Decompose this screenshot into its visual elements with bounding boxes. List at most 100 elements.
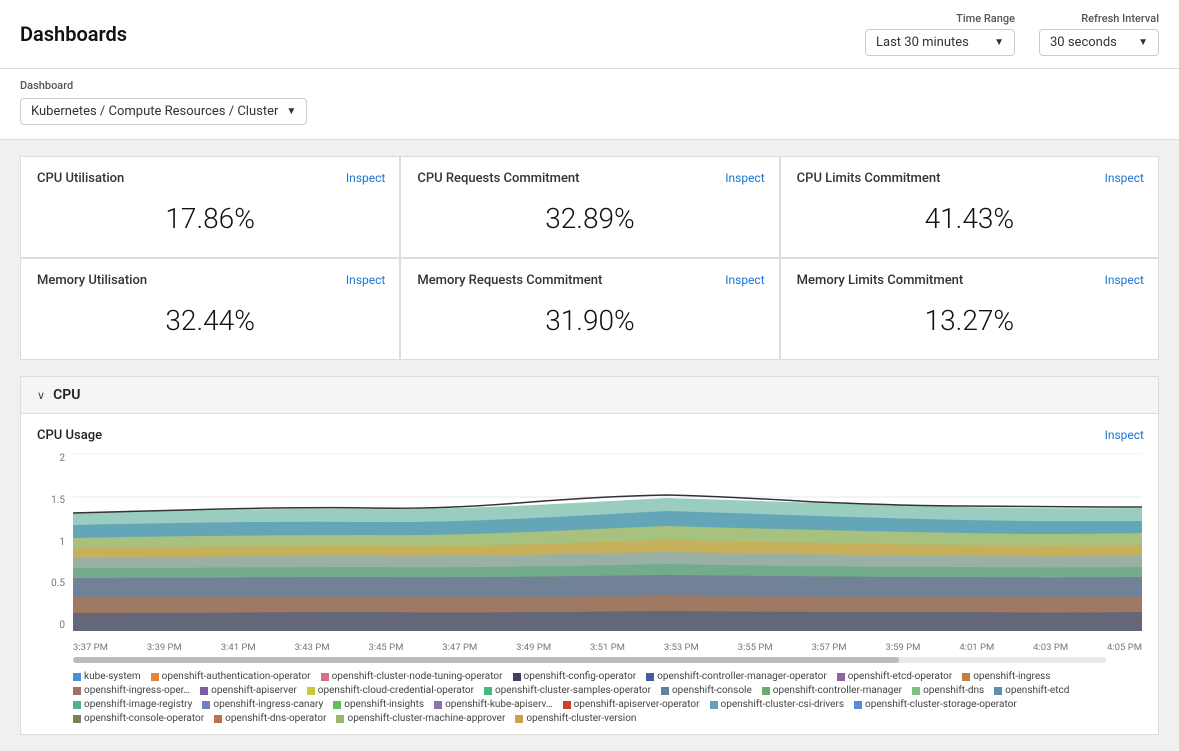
page-title: Dashboards (20, 22, 127, 46)
metric-card-mem-req: Memory Requests Commitment Inspect 31.90… (400, 258, 778, 359)
legend-item: openshift-cloud-credential-operator (307, 685, 474, 696)
metric-value: 31.90% (417, 304, 762, 337)
legend-item: openshift-controller-manager (762, 685, 902, 696)
legend-item: openshift-etcd-operator (837, 671, 953, 682)
metric-card-mem-limits: Memory Limits Commitment Inspect 13.27% (780, 258, 1158, 359)
time-range-select[interactable]: Last 30 minutes ▼ (865, 29, 1015, 56)
dashboard-select[interactable]: Kubernetes / Compute Resources / Cluster… (20, 98, 307, 125)
legend-color (336, 715, 344, 723)
legend-item: openshift-insights (333, 699, 424, 710)
legend-item: openshift-etcd (994, 685, 1069, 696)
inspect-link[interactable]: Inspect (346, 171, 385, 185)
cpu-section-header[interactable]: ∨ CPU (20, 376, 1159, 413)
metric-value: 32.44% (37, 304, 383, 337)
dashboard-label: Dashboard (20, 79, 1159, 92)
metric-title: CPU Limits Commitment (797, 171, 941, 186)
metric-card-cpu-req: CPU Requests Commitment Inspect 32.89% (400, 157, 778, 257)
scrollbar-thumb[interactable] (73, 657, 899, 663)
legend-color (710, 701, 718, 709)
legend-item: openshift-apiserver (200, 685, 297, 696)
chart-y-axis: 2 1.5 1 0.5 0 (37, 453, 69, 631)
legend-color (200, 687, 208, 695)
legend-item: openshift-apiserver-operator (563, 699, 700, 710)
metric-value: 41.43% (797, 202, 1142, 235)
legend-item: openshift-cluster-machine-approver (336, 713, 505, 724)
legend-item: openshift-ingress-oper… (73, 685, 190, 696)
inspect-link[interactable]: Inspect (1105, 273, 1144, 287)
cpu-section-title: CPU (53, 387, 80, 403)
inspect-link[interactable]: Inspect (346, 273, 385, 287)
legend-color (513, 673, 521, 681)
metric-title: Memory Limits Commitment (797, 273, 964, 288)
legend-color (962, 673, 970, 681)
legend-color (563, 701, 571, 709)
legend-item: openshift-image-registry (73, 699, 192, 710)
legend-color (837, 673, 845, 681)
chart-title: CPU Usage (37, 428, 102, 443)
chevron-down-icon: ▼ (1138, 37, 1148, 48)
metric-title: CPU Utilisation (37, 171, 124, 186)
chevron-down-icon: ∨ (37, 389, 45, 402)
legend-color (307, 687, 315, 695)
metric-card-cpu-util: CPU Utilisation Inspect 17.86% (21, 157, 399, 257)
metric-title: Memory Utilisation (37, 273, 147, 288)
legend-color (73, 687, 81, 695)
metric-value: 32.89% (417, 202, 762, 235)
legend-item: openshift-cluster-csi-drivers (710, 699, 845, 710)
legend-color (646, 673, 654, 681)
metric-title: CPU Requests Commitment (417, 171, 579, 186)
cpu-chart-svg (73, 453, 1142, 631)
chart-scrollbar[interactable] (73, 657, 1106, 663)
inspect-link[interactable]: Inspect (725, 273, 764, 287)
legend-item: openshift-dns (912, 685, 984, 696)
legend-color (912, 687, 920, 695)
time-range-label: Time Range (865, 12, 1015, 25)
legend-item: openshift-authentication-operator (151, 671, 311, 682)
inspect-link[interactable]: Inspect (725, 171, 764, 185)
legend-color (515, 715, 523, 723)
legend-item: openshift-cluster-samples-operator (484, 685, 651, 696)
legend-color (73, 701, 81, 709)
inspect-link[interactable]: Inspect (1105, 171, 1144, 185)
chart-area: 2 1.5 1 0.5 0 (37, 453, 1142, 653)
legend-item: openshift-config-operator (513, 671, 637, 682)
legend-item: openshift-controller-manager-operator (646, 671, 827, 682)
legend-color (994, 687, 1002, 695)
legend-color (333, 701, 341, 709)
legend-item: openshift-console (661, 685, 752, 696)
page-header: Dashboards Time Range Last 30 minutes ▼ … (0, 0, 1179, 69)
legend-color (202, 701, 210, 709)
legend-item: openshift-console-operator (73, 713, 204, 724)
metrics-grid: CPU Utilisation Inspect 17.86% CPU Reque… (20, 156, 1159, 360)
header-controls: Time Range Last 30 minutes ▼ Refresh Int… (865, 12, 1159, 56)
metric-card-cpu-limits: CPU Limits Commitment Inspect 41.43% (780, 157, 1158, 257)
legend-item: openshift-kube-apiserv… (434, 699, 552, 710)
legend-color (151, 673, 159, 681)
metric-title: Memory Requests Commitment (417, 273, 602, 288)
legend-color (762, 687, 770, 695)
refresh-interval-value: 30 seconds (1050, 35, 1117, 50)
chart-svg-container (73, 453, 1142, 631)
legend-color (321, 673, 329, 681)
legend-item: openshift-ingress (962, 671, 1050, 682)
legend-color (73, 673, 81, 681)
legend-color (214, 715, 222, 723)
chart-legend: kube-system openshift-authentication-ope… (73, 671, 1142, 724)
legend-color (661, 687, 669, 695)
refresh-interval-control: Refresh Interval 30 seconds ▼ (1039, 12, 1159, 56)
legend-item: openshift-ingress-canary (202, 699, 323, 710)
refresh-interval-select[interactable]: 30 seconds ▼ (1039, 29, 1159, 56)
legend-item: openshift-cluster-node-tuning-operator (321, 671, 503, 682)
time-range-value: Last 30 minutes (876, 35, 969, 50)
metric-card-mem-util: Memory Utilisation Inspect 32.44% (21, 258, 399, 359)
legend-color (73, 715, 81, 723)
chart-inspect-link[interactable]: Inspect (1105, 428, 1144, 442)
legend-item: kube-system (73, 671, 141, 682)
legend-color (484, 687, 492, 695)
main-content: CPU Utilisation Inspect 17.86% CPU Reque… (0, 140, 1179, 751)
legend-item: openshift-cluster-version (515, 713, 636, 724)
metric-value: 17.86% (37, 202, 383, 235)
legend-item: openshift-dns-operator (214, 713, 326, 724)
chart-x-axis: 3:37 PM 3:39 PM 3:41 PM 3:43 PM 3:45 PM … (73, 631, 1142, 653)
chevron-down-icon: ▼ (286, 106, 296, 117)
